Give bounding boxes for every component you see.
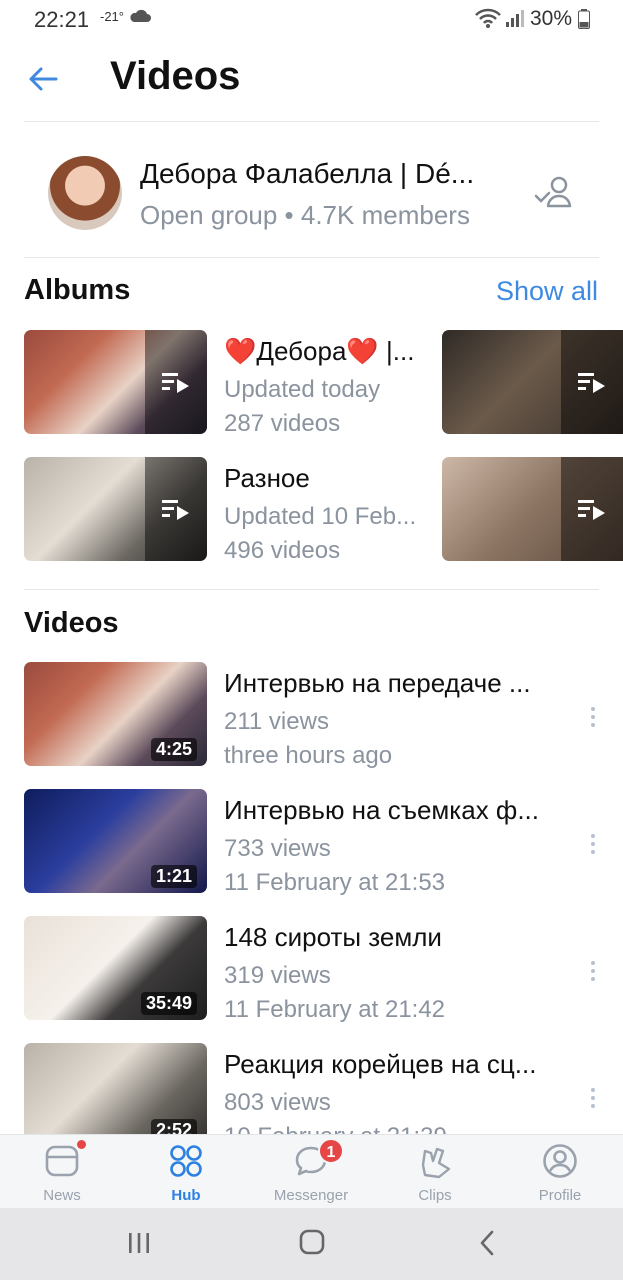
user-check-icon[interactable] [534,176,574,212]
tab-label: Hub [171,1187,201,1204]
tab-label: News [43,1187,81,1204]
video-date: three hours ago [224,742,393,769]
playlist-icon [145,330,207,434]
album-title[interactable]: Разное [224,463,310,494]
tab-label: Messenger [273,1187,349,1204]
status-temperature: -21° [100,9,124,24]
video-thumbnail[interactable]: 2:52 [24,1043,207,1147]
album-thumbnail-partial[interactable] [442,330,623,434]
bottom-tab-bar: News Hub 1 Messenger Clips Profile [0,1134,623,1208]
signal-icon [506,10,524,27]
video-views: 211 views [224,708,329,735]
videos-section-title: Videos [24,607,119,639]
tab-messenger[interactable]: 1 Messenger [249,1135,373,1209]
playlist-icon [561,330,623,434]
more-vertical-icon[interactable] [583,831,603,857]
video-date: 11 February at 21:42 [224,996,446,1023]
playlist-icon [145,457,207,561]
album-updated: Updated 10 Feb... [224,503,417,530]
more-vertical-icon[interactable] [583,704,603,730]
video-thumbnail[interactable]: 1:21 [24,789,207,893]
battery-percent: 30% [530,7,573,30]
album-count: 496 videos [224,537,341,564]
more-vertical-icon[interactable] [583,1085,603,1111]
video-title[interactable]: Реакция корейцев на сц... [224,1049,536,1080]
show-all-link[interactable]: Show all [496,276,598,307]
video-duration: 35:49 [140,992,197,1015]
divider [24,589,599,590]
video-title[interactable]: Интервью на передаче ... [224,668,531,699]
group-meta: Open group • 4.7K members [140,200,470,230]
video-thumbnail[interactable]: 35:49 [24,916,207,1020]
notification-dot [77,1140,86,1149]
divider [24,257,599,258]
video-title[interactable]: 148 сироты земли [224,922,442,953]
tab-profile[interactable]: Profile [498,1135,622,1209]
video-views: 733 views [224,835,331,862]
tab-label: Clips [418,1187,452,1204]
recent-apps-icon[interactable] [127,1231,151,1255]
news-icon [45,1145,79,1177]
album-updated: Updated today [224,376,381,403]
tab-label: Profile [538,1187,582,1204]
video-duration: 4:25 [150,738,197,761]
video-date: 11 February at 21:53 [224,869,446,896]
system-navigation-bar [0,1208,623,1280]
tab-news[interactable]: News [0,1135,124,1209]
cloud-icon [130,9,151,22]
avatar[interactable] [48,156,122,230]
playlist-icon [561,457,623,561]
video-views: 319 views [224,962,331,989]
arrow-left-icon[interactable] [26,62,60,96]
header: Videos [0,40,623,122]
video-title[interactable]: Интервью на съемках ф... [224,795,539,826]
hub-grid-icon [170,1145,202,1177]
video-duration: 1:21 [150,865,197,888]
album-thumbnail-partial[interactable] [442,457,623,561]
home-icon[interactable] [299,1229,325,1255]
tab-clips[interactable]: Clips [373,1135,497,1209]
tab-hub[interactable]: Hub [124,1135,248,1209]
video-thumbnail[interactable]: 4:25 [24,662,207,766]
albums-section-title: Albums [24,274,131,306]
profile-icon [543,1144,577,1178]
back-icon[interactable] [477,1229,497,1257]
album-thumbnail[interactable] [24,457,207,561]
album-count: 287 videos [224,410,341,437]
album-title[interactable]: ❤️Дебора❤️ |... [224,336,414,367]
unread-badge: 1 [318,1138,344,1164]
group-card[interactable]: Дебора Фалабелла | Dé... Open group • 4.… [0,144,623,244]
status-time: 22:21 [34,7,90,32]
wifi-icon [475,8,501,28]
group-name[interactable]: Дебора Фалабелла | Dé... [140,158,474,190]
album-thumbnail[interactable] [24,330,207,434]
page-title: Videos [110,54,241,98]
clips-icon [421,1147,451,1179]
divider [24,121,599,122]
video-views: 803 views [224,1089,331,1116]
more-vertical-icon[interactable] [583,958,603,984]
battery-icon [578,9,590,29]
status-bar: 22:21 -21° 30% [0,0,623,40]
